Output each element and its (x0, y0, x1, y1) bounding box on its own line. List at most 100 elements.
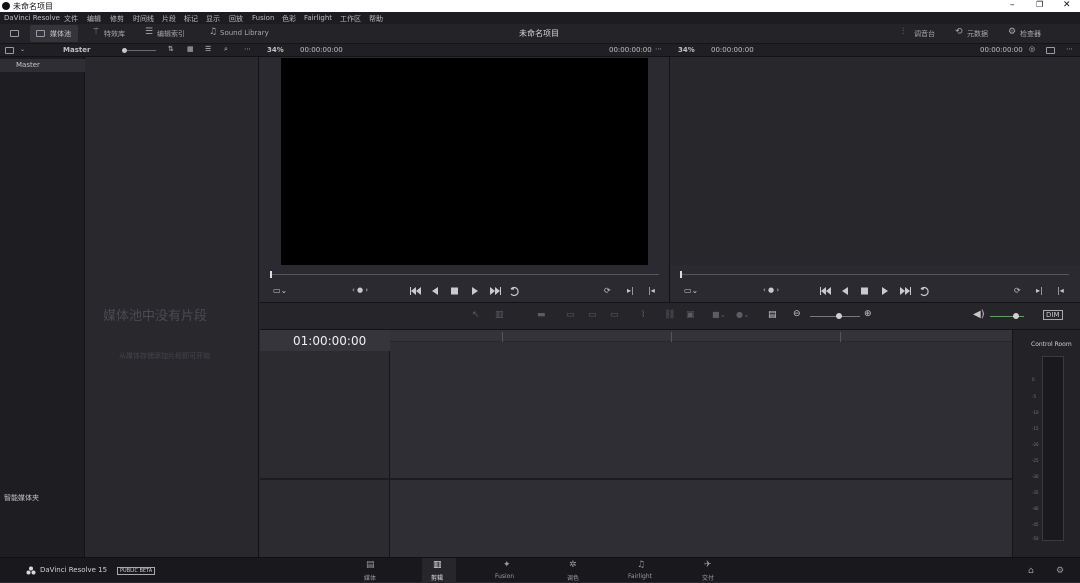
bin-item-master[interactable] (0, 59, 85, 72)
position-lock-icon[interactable]: ▣ (686, 310, 695, 320)
source-zoom[interactable]: 34% (267, 46, 284, 54)
zoom-slider-handle[interactable] (836, 313, 842, 319)
source-playhead[interactable] (270, 271, 272, 278)
smart-bins-label[interactable]: 智能媒体夹 (4, 493, 39, 503)
timeline-timecode[interactable]: 01:00:00:00 (293, 334, 366, 348)
viewer-clip-icon[interactable]: ◎ (1029, 45, 1035, 53)
list-view-icon[interactable]: ☰ (205, 45, 211, 53)
slider-handle[interactable] (122, 48, 127, 53)
replace-clip-icon[interactable]: ▭ (610, 310, 619, 320)
menu-trim[interactable]: 修剪 (110, 14, 124, 24)
close-button[interactable]: ✕ (1063, 0, 1071, 10)
chevron-down-icon[interactable]: ⌄ (20, 46, 25, 53)
menu-fairlight[interactable]: Fairlight (304, 14, 332, 22)
source-scrubber[interactable] (271, 274, 659, 275)
timeline-stop-icon[interactable] (861, 287, 868, 295)
menu-fusion[interactable]: Fusion (252, 14, 274, 22)
source-first-frame-icon[interactable] (410, 287, 421, 295)
timeline-tracks-area[interactable] (390, 330, 1012, 557)
effects-library-button[interactable]: 特效库 (104, 29, 125, 39)
blade-tool-icon[interactable]: ▬ (537, 310, 546, 320)
volume-slider-handle[interactable] (1012, 313, 1019, 319)
timeline-reverse-icon[interactable] (842, 287, 848, 295)
menu-mark[interactable]: 标记 (184, 14, 198, 24)
source-reverse-icon[interactable] (432, 287, 438, 295)
overwrite-clip-icon[interactable]: ▭ (588, 310, 597, 320)
zoom-out-icon[interactable]: ⊖ (793, 309, 801, 319)
dim-icon[interactable]: DIM (1043, 310, 1063, 320)
source-jog-icon[interactable]: ‹ ● › (352, 286, 368, 294)
source-mark-out-icon[interactable]: |◂ (648, 286, 655, 295)
menu-timeline[interactable]: 时间线 (133, 14, 154, 24)
maximize-button[interactable]: ❐ (1036, 0, 1043, 9)
minimize-button[interactable]: – (1010, 0, 1015, 10)
bin-list-toggle-icon[interactable] (5, 46, 14, 54)
timeline-playhead[interactable] (680, 271, 682, 278)
menu-view[interactable]: 显示 (206, 14, 220, 24)
page-tab-edit[interactable]: ▥ 剪辑 (422, 558, 456, 583)
page-tab-media[interactable]: ▤ 媒体 (357, 558, 387, 583)
timeline-mark-in-icon[interactable]: ▸| (1036, 286, 1043, 295)
volume-slider[interactable] (990, 316, 1024, 317)
page-tab-deliver[interactable]: ✈ 交付 (695, 558, 725, 583)
source-match-frame-icon[interactable]: ⟳ (604, 286, 611, 295)
menu-playback[interactable]: 回放 (229, 14, 243, 24)
timeline-mark-out-icon[interactable]: |◂ (1057, 286, 1064, 295)
zoom-slider[interactable] (810, 316, 860, 317)
source-options-icon[interactable]: ⋯ (655, 45, 662, 53)
mixer-button[interactable]: 调音台 (914, 29, 935, 39)
source-loop-icon[interactable] (510, 286, 519, 297)
flag-icon[interactable]: ■⌄ (712, 310, 726, 319)
source-play-icon[interactable] (472, 287, 478, 295)
snapping-icon[interactable]: ⌇ (641, 310, 645, 320)
timeline-match-frame-icon[interactable]: ⟳ (1014, 286, 1021, 295)
home-icon[interactable]: ⌂ (1028, 566, 1034, 576)
settings-gear-icon[interactable]: ⚙ (1056, 566, 1064, 576)
timeline-zoom[interactable]: 34% (678, 46, 695, 54)
linked-selection-icon[interactable]: ⛓ (664, 310, 675, 320)
single-viewer-icon[interactable] (1046, 46, 1055, 54)
volume-icon[interactable]: ◀) (973, 309, 985, 320)
timeline-view-options-icon[interactable]: ▤ (768, 310, 777, 320)
marker-icon[interactable]: ●⌄ (736, 310, 750, 319)
edit-index-button[interactable]: 编辑索引 (157, 29, 185, 39)
timeline-viewer-options-icon[interactable]: ⋯ (1066, 45, 1073, 53)
source-stop-icon[interactable] (451, 287, 458, 295)
menu-help[interactable]: 帮助 (369, 14, 383, 24)
menu-workspace[interactable]: 工作区 (340, 14, 361, 24)
insert-clip-icon[interactable]: ▭ (566, 310, 575, 320)
menu-clip[interactable]: 片段 (162, 14, 176, 24)
sound-library-button[interactable]: Sound Library (220, 29, 269, 37)
grid-view-icon[interactable]: ▦ (187, 45, 194, 53)
timeline-ruler[interactable] (390, 330, 1012, 342)
pool-options-icon[interactable]: ⋯ (244, 45, 251, 53)
timeline-first-frame-icon[interactable] (820, 287, 831, 295)
source-video-frame[interactable] (281, 58, 648, 265)
timeline-video-frame[interactable] (671, 58, 1080, 265)
timeline-last-frame-icon[interactable] (900, 287, 911, 295)
menu-edit[interactable]: 编辑 (87, 14, 101, 24)
timeline-scrubber[interactable] (681, 274, 1069, 275)
page-tab-fusion[interactable]: ✦ Fusion (490, 558, 524, 583)
thumbnail-size-slider[interactable] (122, 50, 156, 51)
source-last-frame-icon[interactable] (490, 287, 501, 295)
menu-davinci[interactable]: DaVinci Resolve (4, 14, 60, 22)
page-tab-color[interactable]: ✲ 调色 (560, 558, 590, 583)
inspector-button[interactable]: 检查器 (1020, 29, 1041, 39)
trim-tool-icon[interactable]: ▥ (495, 310, 504, 320)
zoom-in-icon[interactable]: ⊕ (864, 309, 872, 319)
sort-icon[interactable]: ⇅ (168, 45, 174, 53)
timeline-jog-icon[interactable]: ‹ ● › (763, 286, 779, 294)
metadata-button[interactable]: 元数据 (967, 29, 988, 39)
menu-file[interactable]: 文件 (64, 14, 78, 24)
timeline-play-icon[interactable] (882, 287, 888, 295)
menu-color[interactable]: 色彩 (282, 14, 296, 24)
source-transform-icon[interactable]: ▭⌄ (273, 286, 287, 295)
selection-tool-icon[interactable]: ↖ (472, 310, 480, 320)
timeline-transform-icon[interactable]: ▭⌄ (684, 286, 698, 295)
expand-panel-icon[interactable] (10, 29, 19, 37)
timeline-loop-icon[interactable] (920, 286, 929, 297)
source-mark-in-icon[interactable]: ▸| (627, 286, 634, 295)
page-tab-fairlight[interactable]: ♫ Fairlight (624, 558, 660, 583)
search-icon[interactable]: ⌕ (224, 45, 228, 54)
